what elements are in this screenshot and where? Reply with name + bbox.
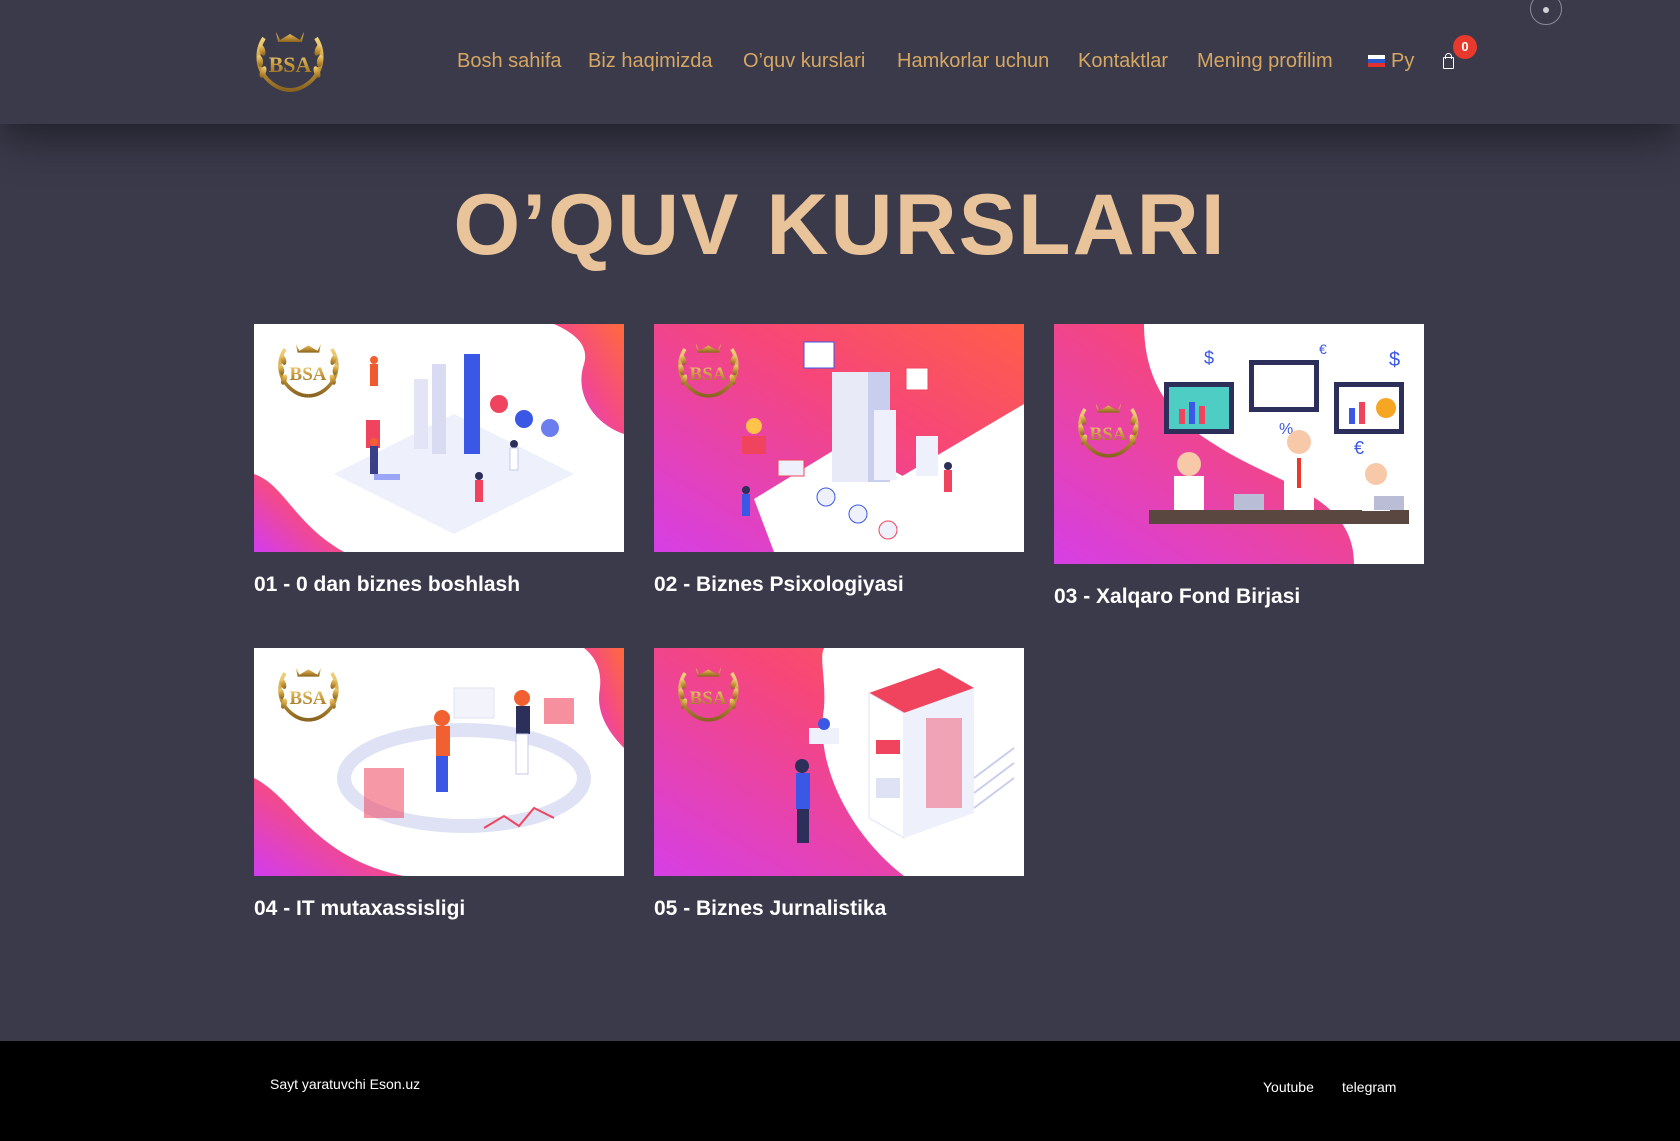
course-title[interactable]: 02 - Biznes Psixologiyasi — [654, 572, 904, 598]
svg-text:€: € — [1319, 341, 1327, 357]
language-switcher[interactable]: Ру — [1368, 48, 1414, 74]
russia-flag-icon — [1368, 55, 1385, 67]
course-card[interactable]: BSA 04 - IT mutaxassisligi — [254, 648, 624, 920]
course-image[interactable]: BSA — [254, 648, 624, 876]
nav-biz-haqimizda[interactable]: Biz haqimizda — [588, 48, 713, 74]
svg-text:BSA: BSA — [690, 688, 727, 709]
course-card[interactable]: $ $ € % € BSA 03 - Xalqaro Fond Birjasi — [1054, 324, 1424, 608]
svg-text:BSA: BSA — [1090, 424, 1127, 445]
footer-credit[interactable]: Sayt yaratuvchi Eson.uz — [270, 1076, 420, 1092]
language-label: Ру — [1391, 49, 1415, 72]
svg-text:BSA: BSA — [269, 52, 312, 77]
nav-kontaktlar[interactable]: Kontaktlar — [1078, 48, 1168, 74]
svg-text:$: $ — [1204, 348, 1214, 368]
course-image[interactable]: $ $ € % € BSA — [1054, 324, 1424, 564]
nav-bosh-sahifa[interactable]: Bosh sahifa — [457, 48, 562, 74]
nav-mening-profilim[interactable]: Mening profilim — [1197, 48, 1333, 74]
footer-link-telegram[interactable]: telegram — [1342, 1079, 1396, 1095]
bsa-logo[interactable]: BSA — [254, 28, 326, 96]
floating-dot-button[interactable] — [1530, 0, 1562, 25]
cart-icon[interactable] — [1442, 52, 1456, 70]
footer-link-youtube[interactable]: Youtube — [1263, 1079, 1314, 1095]
svg-text:BSA: BSA — [290, 364, 327, 385]
svg-text:$: $ — [1389, 349, 1400, 371]
cart-count-badge: 0 — [1453, 35, 1477, 59]
course-title[interactable]: 04 - IT mutaxassisligi — [254, 896, 465, 922]
site-footer: Sayt yaratuvchi Eson.uz Youtube telegram — [0, 1041, 1680, 1141]
svg-text:BSA: BSA — [690, 364, 727, 385]
course-image[interactable]: BSA — [254, 324, 624, 552]
site-header: BSA Bosh sahifa Biz haqimizda O’quv kurs… — [0, 0, 1680, 124]
course-title[interactable]: 05 - Biznes Jurnalistika — [654, 896, 886, 922]
course-image[interactable]: BSA — [654, 648, 1024, 876]
course-title[interactable]: 01 - 0 dan biznes boshlash — [254, 572, 520, 598]
svg-text:BSA: BSA — [290, 688, 327, 709]
course-image[interactable]: BSA — [654, 324, 1024, 552]
nav-hamkorlar-uchun[interactable]: Hamkorlar uchun — [897, 48, 1049, 74]
course-card[interactable]: BSA 05 - Biznes Jurnalistika — [654, 648, 1024, 920]
svg-text:€: € — [1354, 438, 1364, 458]
course-card[interactable]: BSA 02 - Biznes Psixologiyasi — [654, 324, 1024, 596]
page-title: O’QUV KURSLARI — [453, 177, 1227, 273]
nav-oquv-kurslari[interactable]: O’quv kurslari — [743, 48, 865, 74]
course-card[interactable]: BSA 01 - 0 dan biznes boshlash — [254, 324, 624, 596]
course-title[interactable]: 03 - Xalqaro Fond Birjasi — [1054, 584, 1300, 610]
